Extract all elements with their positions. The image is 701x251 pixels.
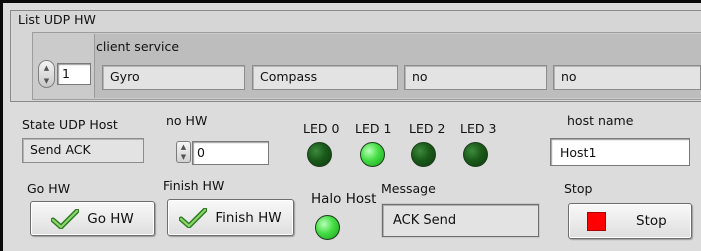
message-indicator: ACK Send <box>382 204 539 237</box>
halo-host-label: Halo Host <box>311 191 377 207</box>
finish-hw-button-text: Finish HW <box>215 209 282 226</box>
decrement-arrow-icon[interactable]: ▼ <box>181 153 186 161</box>
host-name-label: host name <box>567 113 634 128</box>
increment-arrow-icon[interactable]: ▲ <box>181 143 186 151</box>
led-3[interactable] <box>463 142 488 167</box>
stop-button[interactable]: Stop <box>568 203 692 239</box>
led-0-label: LED 0 <box>303 121 340 136</box>
stop-square-icon <box>587 211 606 231</box>
checkmark-icon <box>51 208 80 229</box>
led-0[interactable] <box>307 142 332 167</box>
list-udp-hw-label: List UDP HW <box>18 12 96 27</box>
no-hw-label: no HW <box>166 113 208 128</box>
stop-label: Stop <box>564 181 593 196</box>
message-label: Message <box>381 181 436 196</box>
led-3-label: LED 3 <box>460 121 497 136</box>
array-index-spinner[interactable]: ▲ ▼ <box>38 60 55 88</box>
halo-host-led[interactable] <box>315 215 340 240</box>
list-item: no <box>404 65 547 90</box>
list-item: no <box>553 65 701 90</box>
state-udp-host-indicator: Send ACK <box>22 138 144 163</box>
host-name-input[interactable]: Host1 <box>550 138 690 166</box>
go-hw-button-text: Go HW <box>87 210 134 227</box>
finish-hw-label: Finish HW <box>163 178 225 193</box>
led-1[interactable] <box>360 142 385 167</box>
increment-arrow-icon[interactable]: ▲ <box>44 64 49 72</box>
decrement-arrow-icon[interactable]: ▼ <box>44 77 49 85</box>
array-index-input[interactable]: 1 <box>57 63 91 85</box>
state-udp-host-label: State UDP Host <box>22 117 118 132</box>
go-hw-button[interactable]: Go HW <box>30 201 155 236</box>
led-1-label: LED 1 <box>355 121 392 136</box>
led-2[interactable] <box>411 142 436 167</box>
no-hw-input[interactable]: 0 <box>192 141 269 165</box>
list-item: Compass <box>252 65 398 90</box>
go-hw-label: Go HW <box>27 181 71 196</box>
client-service-label: client service <box>96 39 180 54</box>
led-2-label: LED 2 <box>409 121 446 136</box>
finish-hw-button[interactable]: Finish HW <box>167 199 294 236</box>
no-hw-spinner[interactable]: ▲ ▼ <box>176 141 191 163</box>
stop-button-text: Stop <box>636 213 667 229</box>
checkmark-icon <box>179 207 208 228</box>
list-item: Gyro <box>102 65 245 90</box>
